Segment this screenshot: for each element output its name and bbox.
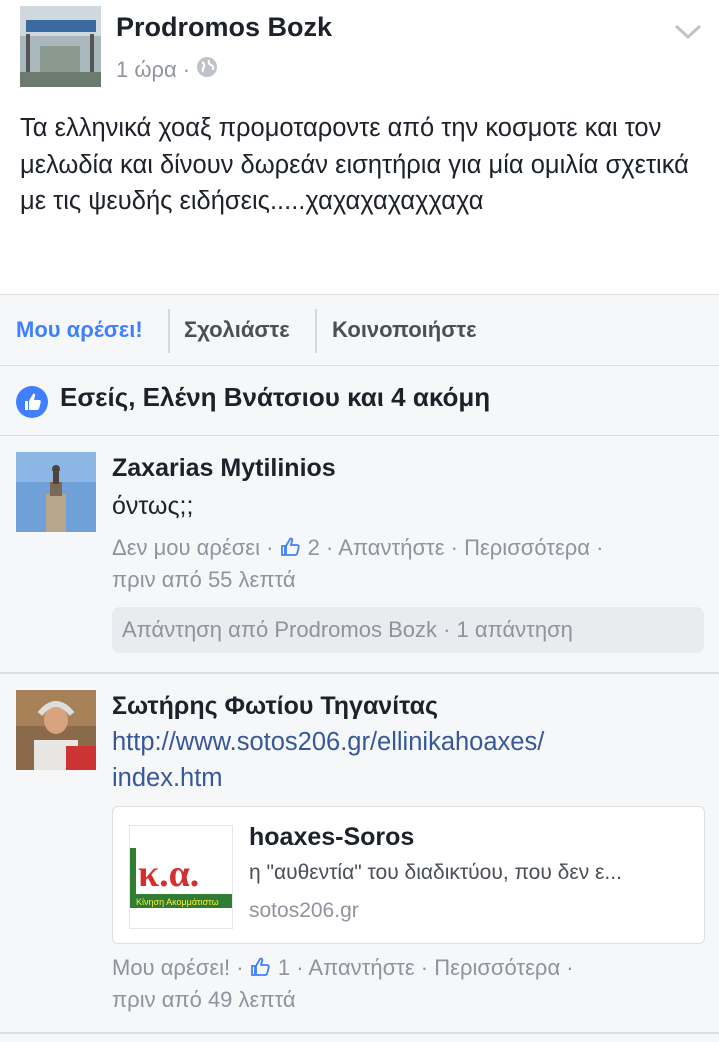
- author-avatar[interactable]: [20, 6, 101, 87]
- post-text: Τα ελληνικά χοαξ προμοταροντε από την κο…: [20, 114, 689, 215]
- logo-text: κ.α.: [138, 853, 199, 895]
- comment-link-line[interactable]: index.htm: [112, 760, 672, 796]
- globe-icon: [196, 56, 218, 84]
- likes-summary[interactable]: Εσείς, Ελένη Βνάτσιου και 4 ακόμη: [0, 366, 719, 436]
- action-divider: [168, 309, 170, 353]
- like-link[interactable]: Μου αρέσει!: [112, 955, 230, 980]
- logo-subtext: Κίνηση Ακομμάτιστω: [136, 897, 219, 907]
- thumbs-up-icon: [280, 534, 302, 556]
- more-link[interactable]: Περισσότερα: [464, 535, 590, 560]
- reply-link[interactable]: Απαντήστε: [308, 955, 414, 980]
- chevron-down-icon[interactable]: [672, 18, 704, 44]
- comment-link-line[interactable]: http://www.sotos206.gr/ellinikahoaxes/: [112, 724, 672, 760]
- author-name[interactable]: Prodromos Bozk: [116, 12, 332, 43]
- commenter-avatar[interactable]: [16, 452, 96, 532]
- comments-section: Zaxarias Mytilinios όντως;; Δεν μου αρέσ…: [0, 436, 719, 1042]
- link-preview-title[interactable]: hoaxes-Soros: [249, 823, 414, 852]
- comment-item: Zaxarias Mytilinios όντως;; Δεν μου αρέσ…: [0, 436, 719, 672]
- meta-separator: ·: [182, 57, 191, 82]
- like-count[interactable]: 2: [308, 535, 320, 560]
- share-button[interactable]: Κοινοποιήστε: [332, 295, 477, 365]
- likes-text: Εσείς, Ελένη Βνάτσιου και 4 ακόμη: [60, 382, 491, 412]
- link-preview-thumbnail: κ.α. Κίνηση Ακομμάτιστω: [129, 825, 233, 929]
- comment-divider: [0, 1032, 719, 1034]
- comment-item: Σωτήρης Φωτίου Τηγανίτας http://www.soto…: [0, 674, 719, 1042]
- commenter-name[interactable]: Σωτήρης Φωτίου Τηγανίτας: [112, 692, 438, 721]
- commenter-name[interactable]: Zaxarias Mytilinios: [112, 454, 336, 483]
- link-preview-description: η "αυθεντία" του διαδικτύου, που δεν ε..…: [249, 861, 622, 884]
- comment-meta: Μου αρέσει! · 1 · Απαντήστε · Περισσότερ…: [112, 954, 574, 980]
- comment-time[interactable]: πριν από 49 λεπτά: [112, 984, 296, 1016]
- like-button[interactable]: Μου αρέσει!: [16, 295, 143, 365]
- link-preview-card[interactable]: κ.α. Κίνηση Ακομμάτιστω hoaxes-Soros η "…: [112, 806, 705, 944]
- post-meta: 1 ώρα ·: [116, 56, 218, 84]
- more-link[interactable]: Περισσότερα: [434, 955, 560, 980]
- comment-link[interactable]: http://www.sotos206.gr/ellinikahoaxes/ i…: [112, 724, 672, 796]
- post-actions-bar: Μου αρέσει! Σχολιάστε Κοινοποιήστε: [0, 294, 719, 366]
- post-time[interactable]: 1 ώρα: [116, 57, 177, 83]
- replies-summary[interactable]: Απάντηση από Prodromos Bozk · 1 απάντηση: [112, 607, 704, 653]
- commenter-avatar[interactable]: [16, 690, 96, 770]
- like-count[interactable]: 1: [278, 955, 290, 980]
- comment-text: όντως;;: [112, 492, 194, 520]
- action-divider: [315, 309, 317, 353]
- link-preview-domain: sotos206.gr: [249, 899, 359, 922]
- comment-time[interactable]: πριν από 55 λεπτά: [112, 564, 296, 596]
- thumbs-up-icon: [16, 386, 48, 418]
- thumbs-up-icon: [250, 954, 272, 976]
- post-card: Prodromos Bozk 1 ώρα · Τα ελληνικά χοαξ …: [0, 0, 719, 294]
- unlike-link[interactable]: Δεν μου αρέσει: [112, 535, 260, 560]
- comment-meta: Δεν μου αρέσει · 2 · Απαντήστε · Περισσό…: [112, 534, 604, 560]
- reply-link[interactable]: Απαντήστε: [338, 535, 444, 560]
